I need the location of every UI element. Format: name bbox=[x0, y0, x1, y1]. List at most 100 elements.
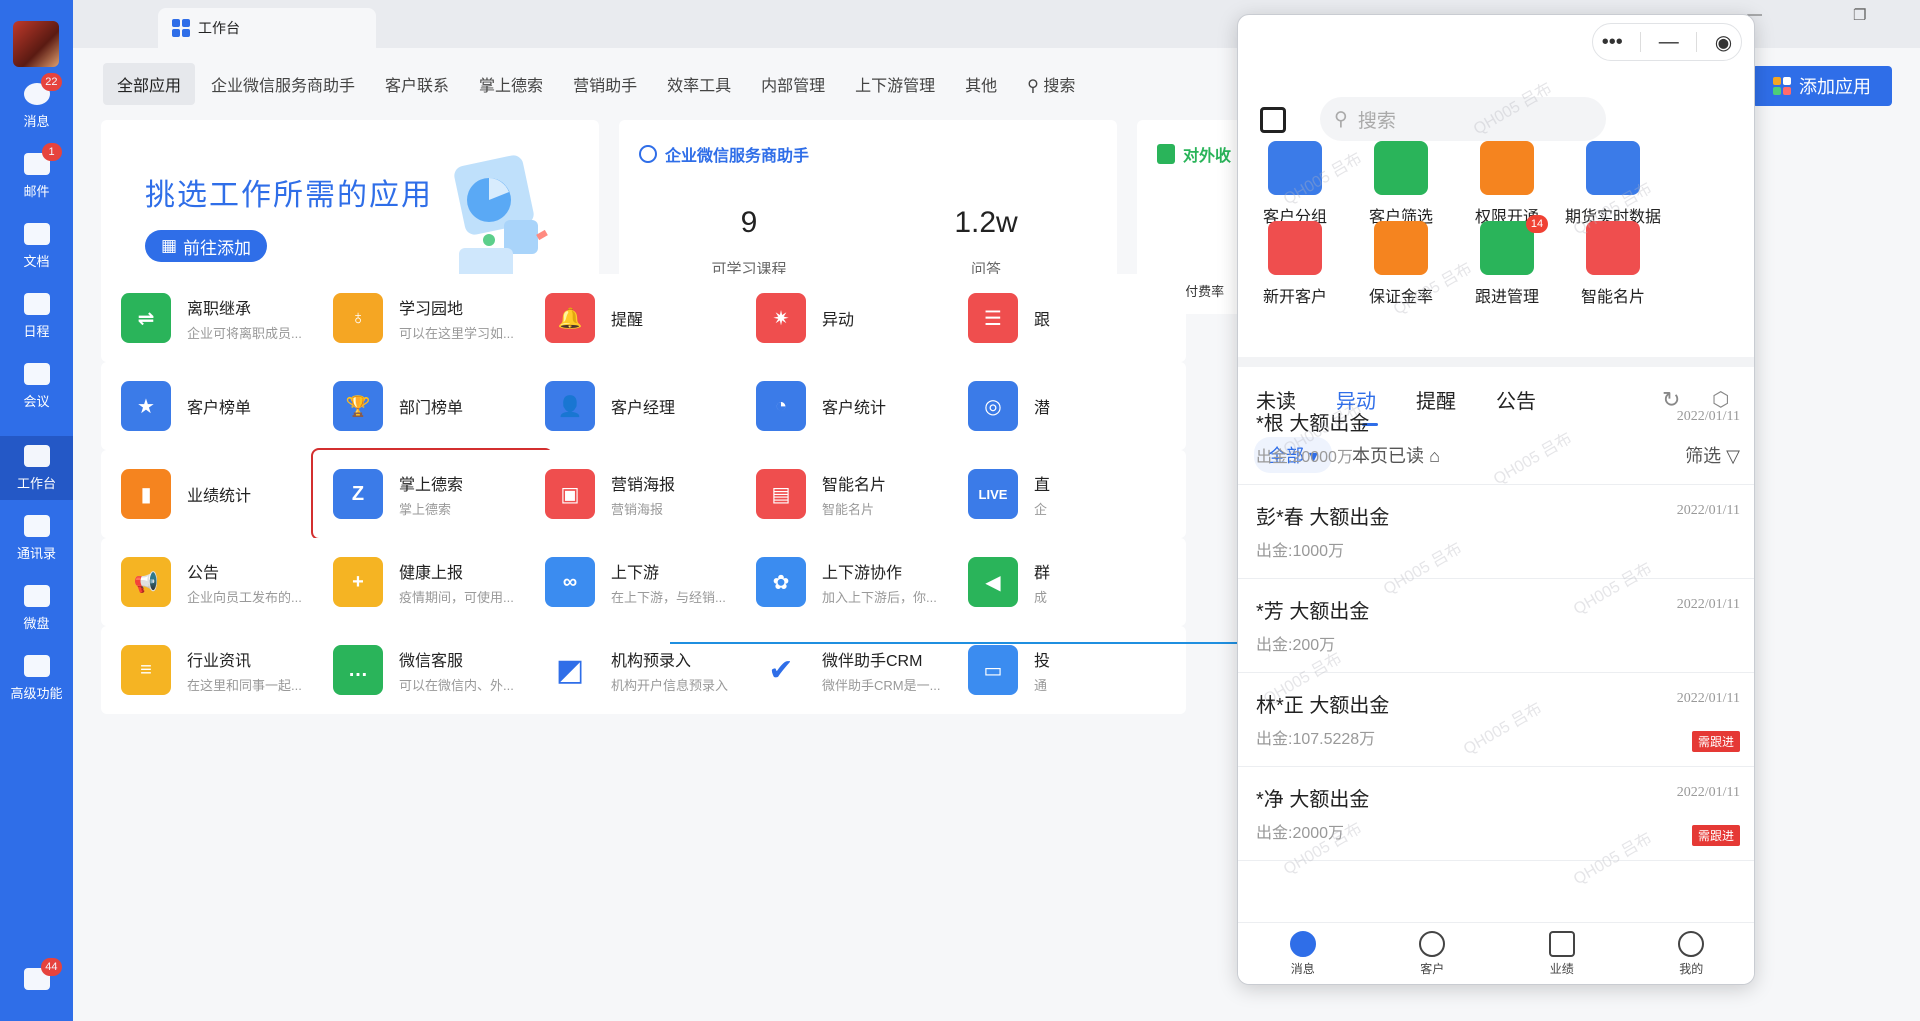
bottom-nav-messages[interactable]: 消息 bbox=[1238, 923, 1368, 984]
app-tile[interactable]: ✿ 上下游协作 加入上下游后，你... bbox=[736, 538, 974, 626]
app-tile[interactable]: 👤 客户经理 bbox=[525, 362, 763, 450]
app-tile[interactable]: ◩ 机构预录入 机构开户信息预录入 bbox=[525, 626, 763, 714]
sidebar-item-advanced[interactable]: 高级功能 bbox=[0, 646, 73, 710]
category-marketing[interactable]: 营销助手 bbox=[559, 63, 651, 105]
app-icon: ▭ bbox=[968, 645, 1018, 695]
app-icon: ✷ bbox=[756, 293, 806, 343]
app-tile[interactable]: ∞ 上下游 在上下游，与经销... bbox=[525, 538, 763, 626]
app-tile[interactable]: ▣ 营销海报 营销海报 bbox=[525, 450, 763, 538]
app-text: 机构预录入 机构开户信息预录入 bbox=[611, 647, 728, 694]
app-icon: LIVE bbox=[968, 469, 1018, 519]
bottom-nav-mine[interactable]: 我的 bbox=[1627, 923, 1755, 984]
function-item[interactable]: 客户筛选 bbox=[1346, 141, 1456, 227]
category-other[interactable]: 其他 bbox=[951, 63, 1011, 105]
app-icon: 📢 bbox=[121, 557, 171, 607]
app-desc: 在上下游，与经销... bbox=[611, 589, 726, 605]
more-icon[interactable]: ••• bbox=[1602, 31, 1623, 54]
function-item[interactable]: 智能名片 bbox=[1558, 221, 1668, 307]
category-all[interactable]: 全部应用 bbox=[103, 63, 196, 105]
app-icon: 🔔 bbox=[545, 293, 595, 343]
function-item[interactable]: 期货实时数据 bbox=[1558, 141, 1668, 227]
category-supply-chain[interactable]: 上下游管理 bbox=[841, 63, 949, 105]
restore-icon[interactable]: ❐ bbox=[1853, 6, 1866, 24]
app-tile[interactable]: LIVE 直企 bbox=[948, 450, 1186, 538]
app-name: 部门榜单 bbox=[399, 400, 464, 417]
sidebar-item-messages[interactable]: 22 消息 bbox=[0, 72, 73, 138]
category-service-assistant[interactable]: 企业微信服务商助手 bbox=[197, 63, 369, 105]
app-tile[interactable]: ⇌ 离职继承 企业可将离职成员... bbox=[101, 274, 339, 362]
app-icon: ◩ bbox=[545, 645, 595, 695]
sidebar-item-workbench[interactable]: 工作台 bbox=[0, 436, 73, 500]
function-item[interactable]: 权限开通 bbox=[1452, 141, 1562, 227]
close-target-icon[interactable]: ◉ bbox=[1715, 30, 1732, 55]
message-item[interactable]: *芳 大额出金 2022/01/11 出金:200万 bbox=[1238, 579, 1754, 673]
function-item[interactable]: 14 跟进管理 bbox=[1452, 215, 1562, 307]
app-desc: 企 bbox=[1034, 501, 1048, 517]
add-app-button[interactable]: 添加应用 bbox=[1752, 66, 1892, 106]
category-efficiency[interactable]: 效率工具 bbox=[653, 63, 745, 105]
stat-qa-value: 1.2w bbox=[954, 206, 1018, 239]
bottom-nav-performance[interactable]: 业绩 bbox=[1497, 923, 1627, 984]
message-item[interactable]: *根 大额出金 2022/01/11 出金:20000万 bbox=[1238, 391, 1754, 485]
app-tile[interactable]: Z 掌上德索 掌上德索 bbox=[311, 448, 553, 540]
sidebar-item-contacts[interactable]: 通讯录 bbox=[0, 506, 73, 570]
function-item[interactable]: 保证金率 bbox=[1346, 221, 1456, 307]
app-tile[interactable]: + 健康上报 疫情期间，可使用... bbox=[313, 538, 551, 626]
app-tile[interactable]: ◔ 客户统计 bbox=[736, 362, 974, 450]
app-tile[interactable]: … 微信客服 可以在微信内、外... bbox=[313, 626, 551, 714]
app-text: 上下游协作 加入上下游后，你... bbox=[822, 559, 937, 606]
app-tile[interactable]: ✔ 微伴助手CRM 微伴助手CRM是一... bbox=[736, 626, 974, 714]
app-tile[interactable]: ★ 客户榜单 bbox=[101, 362, 339, 450]
category-customer[interactable]: 客户联系 bbox=[371, 63, 463, 105]
message-item[interactable]: 彭*春 大额出金 2022/01/11 出金:1000万 bbox=[1238, 485, 1754, 579]
unread-badge: 1 bbox=[41, 142, 62, 161]
sidebar-item-calendar[interactable]: 日程 bbox=[0, 284, 73, 348]
tab-workbench[interactable]: 工作台 bbox=[158, 8, 376, 48]
app-tile[interactable]: 🏆 部门榜单 bbox=[313, 362, 551, 450]
checklist-icon[interactable] bbox=[1260, 107, 1286, 133]
sidebar-item-label: 高级功能 bbox=[10, 685, 63, 701]
sidebar-item-drive[interactable]: 微盘 bbox=[0, 576, 73, 640]
message-item[interactable]: *净 大额出金 2022/01/11 出金:2000万 需跟进 bbox=[1238, 767, 1754, 861]
app-tile[interactable]: ▭ 投通 bbox=[948, 626, 1186, 714]
sidebar-item-docs[interactable]: 文档 bbox=[0, 214, 73, 278]
app-tile[interactable]: 📢 公告 企业向员工发布的... bbox=[101, 538, 339, 626]
sidebar-item-mail[interactable]: 1 邮件 bbox=[0, 142, 73, 208]
search-button[interactable]: ⚲ 搜索 bbox=[1013, 63, 1089, 105]
message-item[interactable]: 林*正 大额出金 2022/01/11 出金:107.5228万 需跟进 bbox=[1238, 673, 1754, 767]
function-item[interactable]: 新开客户 bbox=[1240, 221, 1350, 307]
apps-illustration bbox=[454, 155, 548, 284]
app-icon: ▤ bbox=[756, 469, 806, 519]
category-desuo[interactable]: 掌上德索 bbox=[465, 63, 557, 105]
sidebar-item-meeting[interactable]: 会议 bbox=[0, 354, 73, 418]
app-tile[interactable]: ≡ 行业资讯 在这里和同事一起... bbox=[101, 626, 339, 714]
app-tile[interactable]: ☰ 跟 bbox=[948, 274, 1186, 362]
bottom-nav-customers[interactable]: 客户 bbox=[1368, 923, 1498, 984]
app-tile[interactable]: ✷ 异动 bbox=[736, 274, 974, 362]
app-name: 跟 bbox=[1034, 312, 1051, 329]
app-text: 营销海报 营销海报 bbox=[611, 471, 675, 518]
category-internal[interactable]: 内部管理 bbox=[747, 63, 839, 105]
workbench-icon bbox=[23, 444, 50, 467]
goto-add-button[interactable]: ▦ 前往添加 bbox=[145, 230, 267, 262]
app-name: 机构预录入 bbox=[611, 652, 692, 670]
sidebar-item-more[interactable]: 44 bbox=[0, 950, 73, 1014]
function-item[interactable]: 客户分组 bbox=[1240, 141, 1350, 227]
grid-icon bbox=[172, 19, 190, 37]
avatar[interactable] bbox=[13, 21, 59, 67]
app-tile[interactable]: ♁ 学习园地 可以在这里学习如... bbox=[313, 274, 551, 362]
chat-icon: 22 bbox=[23, 72, 62, 105]
function-label: 跟进管理 bbox=[1474, 289, 1539, 306]
message-title: *根 大额出金 bbox=[1256, 413, 1370, 435]
app-tile[interactable]: ◎ 潜 bbox=[948, 362, 1186, 450]
minimize-icon[interactable]: — bbox=[1659, 31, 1679, 54]
category-bar: 全部应用 企业微信服务商助手 客户联系 掌上德索 营销助手 效率工具 内部管理 … bbox=[103, 63, 1089, 105]
section-divider bbox=[1238, 357, 1754, 367]
app-tile[interactable]: ▤ 智能名片 智能名片 bbox=[736, 450, 974, 538]
app-tile[interactable]: ◀ 群成 bbox=[948, 538, 1186, 626]
message-amount: 出金:107.5228万 bbox=[1256, 731, 1376, 748]
app-tile[interactable]: 🔔 提醒 bbox=[525, 274, 763, 362]
search-input[interactable]: ⚲ 搜索 bbox=[1320, 97, 1606, 141]
app-tile[interactable]: ▮ 业绩统计 bbox=[101, 450, 339, 538]
app-desc: 可以在这里学习如... bbox=[399, 325, 514, 341]
